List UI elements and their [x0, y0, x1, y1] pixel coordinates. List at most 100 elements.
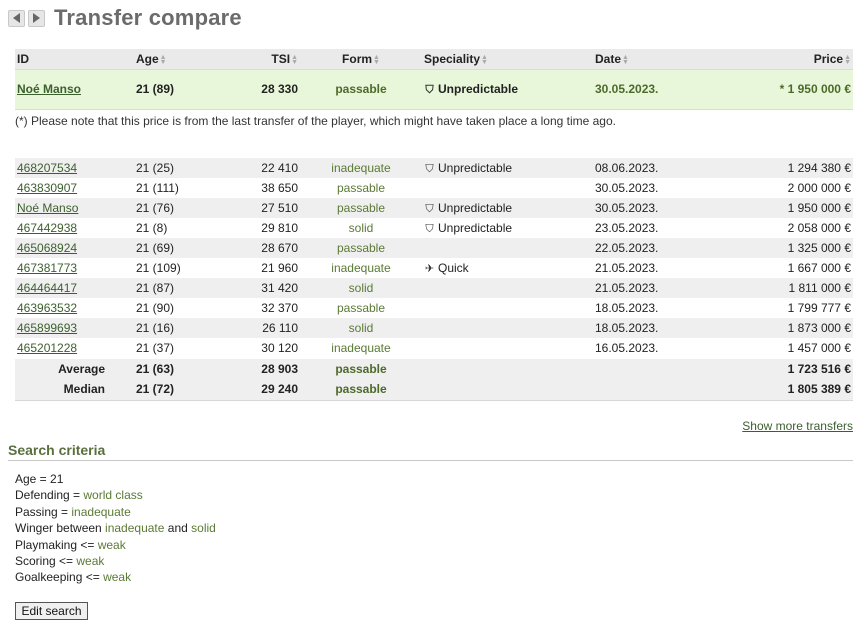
- transfer-id-link[interactable]: 467381773: [17, 261, 77, 275]
- average-age: 21 (63): [134, 357, 234, 379]
- transfer-date: 22.05.2023.: [593, 238, 693, 258]
- transfer-speciality-cell: [422, 318, 593, 338]
- transfer-price: 2 058 000 €: [693, 218, 853, 238]
- column-header-form-label: Form: [342, 51, 373, 66]
- criteria-passing-value: inadequate: [71, 504, 131, 519]
- player-name-link[interactable]: Noé Manso: [17, 82, 81, 96]
- transfer-age: 21 (25): [134, 158, 234, 178]
- transfer-tsi: 38 650: [234, 178, 300, 198]
- median-age: 21 (72): [134, 379, 234, 401]
- column-header-date-label: Date: [595, 51, 622, 66]
- transfer-form: inadequate: [300, 338, 422, 358]
- column-header-form[interactable]: Form▲ ▼: [300, 49, 422, 69]
- transfer-date: 18.05.2023.: [593, 298, 693, 318]
- transfer-form: solid: [300, 218, 422, 238]
- transfer-id-cell: 464464417: [15, 278, 134, 298]
- criteria-scoring-label: Scoring <=: [15, 554, 77, 569]
- median-date: [593, 379, 693, 401]
- transfer-id-link[interactable]: Noé Manso: [17, 201, 78, 215]
- criteria-winger-and: and: [164, 521, 192, 536]
- umbrella-icon: ⛉: [425, 162, 434, 175]
- transfer-speciality-cell: ⛉ Unpredictable: [422, 218, 593, 238]
- player-form: passable: [300, 68, 422, 110]
- criteria-playmaking-label: Playmaking <=: [15, 537, 98, 552]
- criteria-playmaking-value: weak: [97, 537, 126, 552]
- transfer-id-cell: 463830907: [15, 178, 134, 198]
- median-speciality: [422, 379, 593, 401]
- transfer-tsi: 21 960: [234, 258, 300, 278]
- column-header-price[interactable]: Price▲ ▼: [693, 49, 853, 69]
- transfer-date: 18.05.2023.: [593, 318, 693, 338]
- show-more-transfers-link[interactable]: Show more transfers: [742, 419, 853, 433]
- transfer-speciality: Unpredictable: [438, 160, 513, 175]
- median-tsi: 29 240: [234, 379, 300, 401]
- criteria-passing-label: Passing =: [15, 504, 72, 519]
- criteria-age: Age = 21: [15, 471, 216, 487]
- column-header-id-label: ID: [17, 51, 29, 66]
- column-header-tsi[interactable]: TSI▲ ▼: [234, 49, 300, 69]
- transfer-form: solid: [300, 318, 422, 338]
- search-criteria-list: Age = 21 Defending = world class Passing…: [15, 471, 216, 586]
- player-speciality: Unpredictable: [438, 81, 519, 96]
- transfer-speciality-cell: ✈ Quick: [422, 258, 593, 278]
- transfer-id-cell: 468207534: [15, 158, 134, 178]
- transfer-speciality-cell: ⛉ Unpredictable: [422, 158, 593, 178]
- transfer-form: passable: [300, 198, 422, 218]
- median-price: 1 805 389 €: [693, 379, 853, 401]
- table-row: 464464417 21 (87) 31 420 solid 21.05.2023. 1 …: [15, 278, 853, 298]
- criteria-age-label: Age =: [15, 472, 51, 486]
- transfer-id-link[interactable]: 467442938: [17, 221, 77, 235]
- criteria-playmaking: Playmaking <= weak: [15, 537, 216, 553]
- transfer-form: passable: [300, 298, 422, 318]
- page-header: Transfer compare: [8, 4, 242, 32]
- transfer-age: 21 (90): [134, 298, 234, 318]
- transfer-speciality-cell: [422, 298, 593, 318]
- transfer-price: 1 799 777 €: [693, 298, 853, 318]
- transfer-id-link[interactable]: 465899693: [17, 321, 77, 335]
- arrow-right-icon: [33, 13, 40, 23]
- previous-button[interactable]: [8, 9, 25, 27]
- transfer-id-link[interactable]: 465201228: [17, 341, 77, 355]
- table-row: 467381773 21 (109) 21 960 inadequate ✈ Quick 2…: [15, 258, 853, 278]
- column-header-speciality[interactable]: Speciality▲ ▼: [422, 49, 593, 69]
- transfer-id-cell: 463963532: [15, 298, 134, 318]
- transfer-speciality-cell: [422, 338, 593, 358]
- edit-search-button[interactable]: Edit search: [15, 602, 88, 620]
- transfer-form: solid: [300, 278, 422, 298]
- average-tsi: 28 903: [234, 357, 300, 379]
- column-header-age[interactable]: Age▲ ▼: [134, 49, 234, 69]
- sort-icon: ▲ ▼: [622, 53, 629, 66]
- table-header-row: ID Age▲ ▼ TSI▲ ▼ Form▲ ▼ Speciality▲ ▼ Date▲…: [15, 49, 853, 69]
- transfer-id-cell: 467442938: [15, 218, 134, 238]
- sort-icon: ▲ ▼: [159, 53, 167, 66]
- transfer-id-link[interactable]: 463830907: [17, 181, 77, 195]
- transfer-id-cell: Noé Manso: [15, 198, 134, 218]
- average-form: passable: [300, 357, 422, 379]
- transfer-speciality: Unpredictable: [438, 200, 513, 215]
- average-label: Average: [15, 357, 134, 379]
- transfer-id-link[interactable]: 468207534: [17, 161, 77, 175]
- transfer-form: inadequate: [300, 158, 422, 178]
- table-row: 465899693 21 (16) 26 110 solid 18.05.2023. 1 …: [15, 318, 853, 338]
- transfer-speciality-cell: [422, 238, 593, 258]
- column-header-date[interactable]: Date▲ ▼: [593, 49, 693, 69]
- transfer-price: 1 294 380 €: [693, 158, 853, 178]
- transfer-id-link[interactable]: 464464417: [17, 281, 77, 295]
- transfer-speciality: Quick: [438, 261, 469, 275]
- transfer-tsi: 26 110: [234, 318, 300, 338]
- transfer-id-link[interactable]: 463963532: [17, 301, 77, 315]
- next-button[interactable]: [28, 9, 45, 27]
- transfer-age: 21 (76): [134, 198, 234, 218]
- player-speciality-cell: ⛉ Unpredictable: [422, 68, 593, 110]
- transfer-age: 21 (87): [134, 278, 234, 298]
- column-header-speciality-label: Speciality: [424, 51, 481, 66]
- median-label: Median: [15, 379, 134, 401]
- transfer-id-link[interactable]: 465068924: [17, 241, 77, 255]
- transfer-speciality-cell: [422, 278, 593, 298]
- criteria-winger-max: solid: [191, 521, 216, 536]
- average-speciality: [422, 357, 593, 379]
- transfer-age: 21 (8): [134, 218, 234, 238]
- player-table: ID Age▲ ▼ TSI▲ ▼ Form▲ ▼ Speciality▲ ▼ Date▲…: [15, 49, 853, 110]
- player-date: 30.05.2023.: [593, 68, 693, 110]
- table-row: 463963532 21 (90) 32 370 passable 18.05.2023…: [15, 298, 853, 318]
